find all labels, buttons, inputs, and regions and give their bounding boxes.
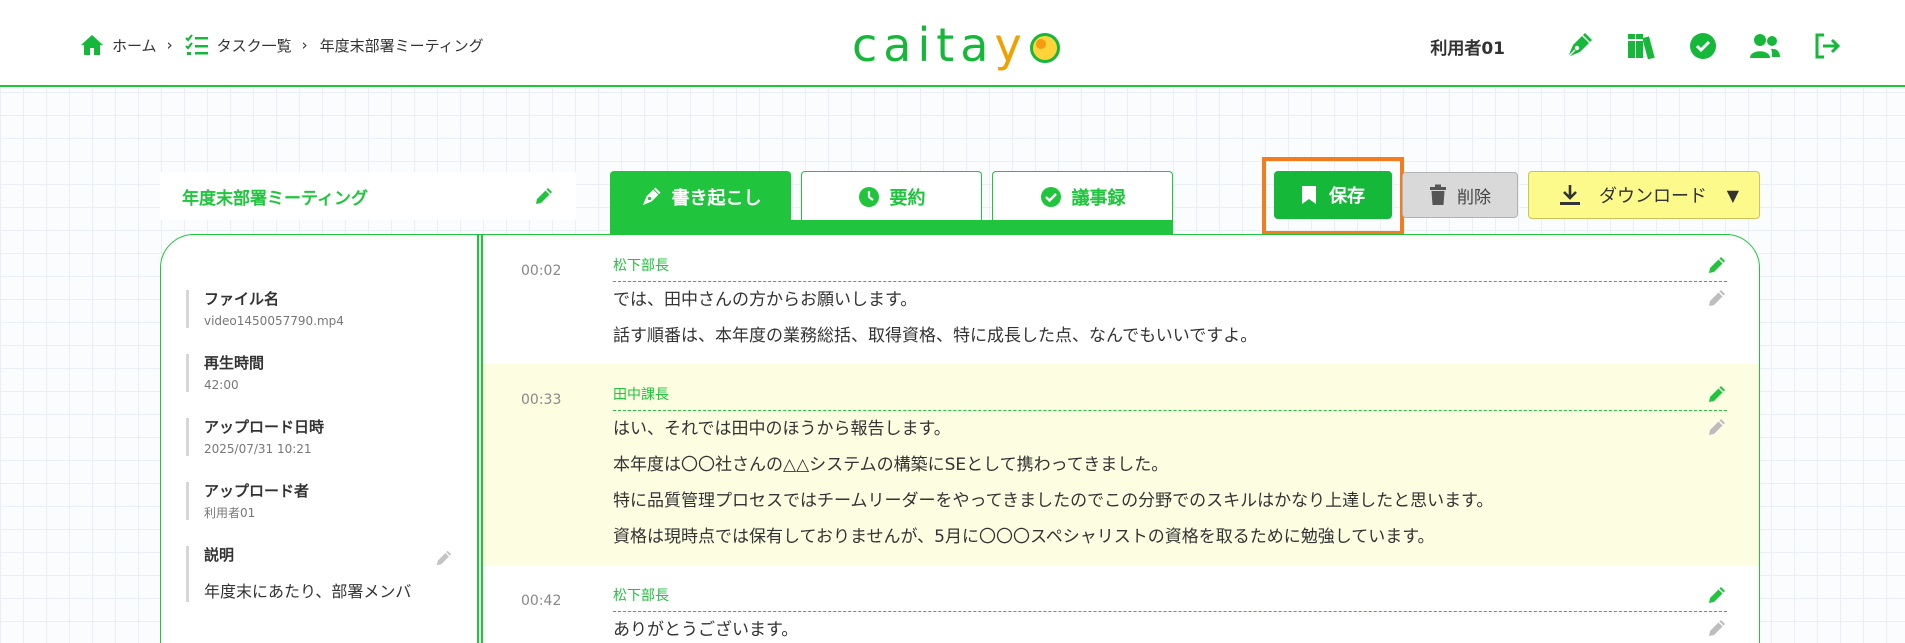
header-actions: 利用者01 [1430, 28, 1845, 64]
breadcrumb-current-label: 年度末部署ミーティング [319, 36, 484, 55]
info-label: 説明 [204, 546, 235, 564]
transcript-entry-highlighted: 00:33 田中課長 はい、それでは田中のほうから報告します。 本年度は〇〇社さ… [483, 364, 1759, 565]
download-dropdown-button[interactable]: ダウンロード ▼ [1528, 171, 1760, 219]
transcript-line: はい、それでは田中のほうから報告します。 [613, 419, 951, 439]
app-header: ホーム › タスク一覧 › 年度末部署ミーティング caita y 利用者01 [0, 0, 1905, 87]
transcript-line: 資格は現時点では保有しておりませんが、5月に〇〇〇スペシャリストの資格を取るため… [613, 527, 1435, 547]
main-panel: ファイル名 video1450057790.mp4 再生時間 42:00 アップ… [160, 234, 1760, 643]
clock-icon [858, 186, 890, 208]
breadcrumb: ホーム › タスク一覧 › 年度末部署ミーティング [80, 34, 484, 56]
edit-text-pencil-icon[interactable] [1707, 417, 1727, 437]
breadcrumb-separator-icon: › [166, 36, 173, 54]
timestamp[interactable]: 00:33 [521, 392, 561, 408]
download-button-label: ダウンロード [1599, 186, 1707, 207]
tab-transcription-label: 書き起こし [671, 187, 762, 209]
edit-speaker-pencil-icon[interactable] [1707, 585, 1727, 605]
info-label: 再生時間 [204, 354, 265, 372]
transcript-line: ありがとうございます。 [613, 620, 799, 640]
user-name: 利用者01 [1430, 38, 1505, 59]
edit-title-pencil-icon[interactable] [534, 186, 554, 206]
info-uploader: アップロード者 利用者01 [186, 482, 453, 520]
task-list-icon [184, 34, 217, 56]
transcript-line: 特に品質管理プロセスではチームリーダーをやってきましたのでこの分野でのスキルはか… [613, 491, 1494, 511]
download-icon [1559, 184, 1599, 206]
edit-description-pencil-icon[interactable] [435, 549, 453, 567]
info-label: ファイル名 [204, 290, 280, 308]
info-duration: 再生時間 42:00 [186, 354, 453, 392]
info-label: アップロード者 [204, 482, 310, 500]
breadcrumb-tasks[interactable]: タスク一覧 [184, 34, 292, 56]
timestamp[interactable]: 00:02 [521, 263, 561, 279]
timestamp[interactable]: 00:42 [521, 593, 561, 609]
info-value: 2025/07/31 10:21 [204, 442, 312, 456]
edit-text-pencil-icon[interactable] [1707, 618, 1727, 638]
tab-summary[interactable]: 要約 [801, 171, 982, 221]
info-upload-date: アップロード日時 2025/07/31 10:21 [186, 418, 453, 456]
info-file-name: ファイル名 video1450057790.mp4 [186, 290, 453, 328]
transcript-line: 話す順番は、本年度の業務総括、取得資格、特に成長した点、なんでもいいですよ。 [613, 326, 1258, 346]
caitayo-logo[interactable]: caita y [852, 18, 1060, 72]
users-icon[interactable] [1747, 28, 1783, 64]
speaker-name: 田中課長 [613, 387, 669, 403]
breadcrumb-current: 年度末部署ミーティング [320, 35, 484, 56]
check-circle-icon [1040, 186, 1072, 208]
tab-minutes-label: 議事録 [1071, 187, 1126, 209]
transcript-entry: 00:42 松下部長 ありがとうございます。 [483, 565, 1759, 643]
save-button[interactable]: 保存 [1274, 171, 1392, 219]
breadcrumb-separator-icon: › [301, 36, 308, 54]
info-value: 42:00 [204, 378, 239, 392]
delete-button-label: 削除 [1457, 187, 1491, 208]
logo-text-y: y [994, 18, 1028, 72]
transcript-line: 本年度は〇〇社さんの△△システムの構築にSEとして携わってきました。 [613, 455, 1169, 475]
info-value: video1450057790.mp4 [204, 314, 344, 328]
trash-icon [1429, 184, 1457, 206]
info-description: 説明 年度末にあたり、部署メンバ [186, 546, 453, 602]
speaker-name: 松下部長 [613, 258, 669, 274]
delete-button[interactable]: 削除 [1402, 172, 1518, 218]
tab-minutes[interactable]: 議事録 [992, 171, 1173, 221]
check-circle-icon[interactable] [1685, 28, 1721, 64]
logout-icon[interactable] [1809, 28, 1845, 64]
breadcrumb-home-label: ホーム [112, 36, 157, 55]
file-info-column: ファイル名 video1450057790.mp4 再生時間 42:00 アップ… [161, 235, 477, 643]
logo-text: caita [852, 18, 995, 72]
edit-text-pencil-icon[interactable] [1707, 288, 1727, 308]
logo-sun-icon [1029, 33, 1060, 63]
bookmark-icon [1301, 185, 1329, 205]
tab-underline [610, 220, 1173, 234]
save-button-label: 保存 [1329, 186, 1365, 207]
info-label: アップロード日時 [204, 418, 325, 436]
view-tabs: 書き起こし 要約 議事録 [610, 171, 1183, 221]
task-title: 年度末部署ミーティング [182, 188, 368, 209]
edit-speaker-pencil-icon[interactable] [1707, 255, 1727, 275]
transcript-entry: 00:02 松下部長 では、田中さんの方からお願いします。 話す順番は、本年度の… [483, 235, 1759, 364]
edit-speaker-pencil-icon[interactable] [1707, 384, 1727, 404]
tab-summary-label: 要約 [889, 187, 926, 209]
breadcrumb-home[interactable]: ホーム [80, 34, 157, 56]
transcript-line: では、田中さんの方からお願いします。 [613, 290, 918, 310]
description-text: 年度末にあたり、部署メンバ [204, 582, 412, 601]
books-icon[interactable] [1623, 28, 1659, 64]
tab-transcription[interactable]: 書き起こし [610, 171, 791, 221]
breadcrumb-tasks-label: タスク一覧 [216, 36, 292, 55]
pen-nib-icon [640, 186, 672, 208]
transcript-list: 00:02 松下部長 では、田中さんの方からお願いします。 話す順番は、本年度の… [483, 235, 1759, 643]
speaker-name: 松下部長 [613, 588, 669, 604]
chevron-down-icon: ▼ [1726, 185, 1739, 205]
home-icon [80, 34, 112, 56]
task-title-bar: 年度末部署ミーティング [160, 172, 576, 220]
pen-nib-icon[interactable] [1561, 28, 1597, 64]
info-value: 利用者01 [204, 506, 256, 520]
